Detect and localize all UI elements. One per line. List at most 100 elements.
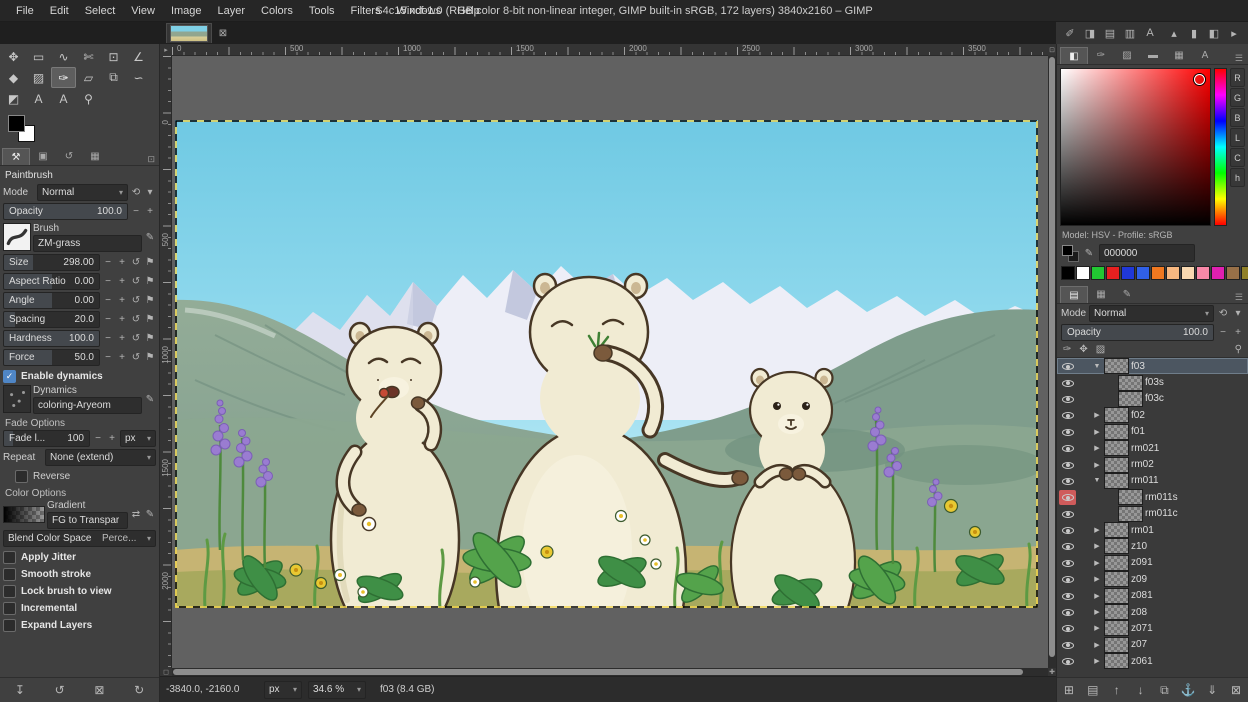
layer-opacity-decrease-button[interactable]: −	[1217, 325, 1229, 340]
menu-select[interactable]: Select	[77, 0, 124, 22]
color-swatch[interactable]	[1076, 266, 1090, 280]
zoom-follow-button[interactable]: ⊡	[1048, 44, 1056, 56]
visibility-toggle[interactable]	[1059, 555, 1076, 570]
brush-edit-button[interactable]: ✎	[144, 230, 156, 245]
fg-color-swatch[interactable]	[8, 115, 25, 132]
decrease-button[interactable]: −	[102, 293, 114, 308]
visibility-toggle[interactable]	[1059, 408, 1076, 423]
canvas-artwork[interactable]	[175, 120, 1038, 608]
merge-down-button[interactable]: ⇓	[1201, 683, 1223, 697]
incremental-checkbox[interactable]: Incremental	[3, 600, 156, 616]
shape-dialog-icon[interactable]: ◨	[1080, 27, 1100, 40]
menu-help[interactable]: Help	[449, 0, 488, 22]
raise-layer-button[interactable]: ↑	[1106, 683, 1128, 697]
color-swatch[interactable]	[1091, 266, 1105, 280]
layer-row-f01[interactable]: ▶f01	[1057, 424, 1248, 440]
layer-row-z081[interactable]: ▶z081	[1057, 587, 1248, 603]
fade-length-slider[interactable]: Fade l... 100	[3, 430, 90, 447]
quick-mask-button[interactable]: ◻	[160, 668, 172, 676]
layer-row-f03c[interactable]: f03c	[1057, 391, 1248, 407]
reset-tool-options-button[interactable]: ↻	[128, 683, 150, 697]
visibility-toggle[interactable]	[1059, 490, 1076, 505]
configure-tab-button[interactable]: ☰	[1235, 292, 1245, 303]
aspect-ratio-slider[interactable]: Aspect Ratio0.00	[3, 273, 100, 290]
chevron-right-icon[interactable]: ▸	[1224, 27, 1244, 40]
horizontal-ruler[interactable]: 0500100015002000250030003500	[172, 44, 1048, 56]
channel-r-button[interactable]: R	[1230, 68, 1245, 87]
increase-button[interactable]: +	[116, 350, 128, 365]
visibility-toggle[interactable]	[1059, 391, 1076, 406]
layer-row-z061[interactable]: ▶z061	[1057, 653, 1248, 669]
expander-icon[interactable]: ▶	[1092, 526, 1102, 534]
reset-button[interactable]: ↺	[130, 274, 142, 289]
reset-button[interactable]: ↺	[130, 293, 142, 308]
reset-button[interactable]: ↺	[130, 312, 142, 327]
layer-opacity-slider[interactable]: Opacity 100.0	[1061, 324, 1214, 341]
decrease-button[interactable]: −	[102, 331, 114, 346]
font-edit-tool[interactable]: A	[51, 88, 76, 109]
channel-l-button[interactable]: L	[1230, 128, 1245, 147]
layer-opacity-increase-button[interactable]: +	[1232, 325, 1244, 340]
channels-tab[interactable]: ▦	[1088, 286, 1114, 302]
menu-filters[interactable]: Filters	[343, 0, 389, 22]
pattern-dialog-tab[interactable]: ▨	[1114, 47, 1140, 63]
layer-row-rm011[interactable]: ▼rm011	[1057, 473, 1248, 489]
visibility-toggle[interactable]	[1059, 539, 1076, 554]
zoom-select[interactable]: 34.6 % ▾	[308, 681, 366, 699]
channel-h-button[interactable]: h	[1230, 168, 1245, 187]
menu-file[interactable]: File	[8, 0, 42, 22]
grid-toggle-icon[interactable]: ◧	[1204, 27, 1224, 40]
layer-row-z10[interactable]: ▶z10	[1057, 538, 1248, 554]
channel-c-button[interactable]: C	[1230, 148, 1245, 167]
decrease-button[interactable]: −	[102, 255, 114, 270]
reset-button[interactable]: ↺	[130, 331, 142, 346]
channel-g-button[interactable]: G	[1230, 88, 1245, 107]
dynamics-edit-button[interactable]: ✎	[144, 392, 156, 407]
channel-b-button[interactable]: B	[1230, 108, 1245, 127]
visibility-toggle[interactable]	[1059, 375, 1076, 390]
chevron-up-icon[interactable]: ▴	[1164, 27, 1184, 40]
visibility-toggle[interactable]	[1059, 424, 1076, 439]
layer-row-rm02[interactable]: ▶rm02	[1057, 456, 1248, 472]
link-button[interactable]: ⚑	[144, 331, 156, 346]
saturation-value-square[interactable]	[1060, 68, 1211, 226]
hue-strip[interactable]	[1214, 68, 1227, 226]
restore-tool-preset-button[interactable]: ↺	[49, 683, 71, 697]
menu-tools[interactable]: Tools	[301, 0, 343, 22]
menu-view[interactable]: View	[123, 0, 163, 22]
hardness-slider[interactable]: Hardness100.0	[3, 330, 100, 347]
layer-mode-menu-button[interactable]: ▾	[1232, 306, 1244, 321]
font-dialog-tab[interactable]: A	[1192, 47, 1218, 63]
expander-icon[interactable]: ▶	[1092, 641, 1102, 649]
layer-row-z091[interactable]: ▶z091	[1057, 555, 1248, 571]
expand-layers-checkbox[interactable]: Expand Layers	[3, 617, 156, 633]
color-swatch[interactable]	[1136, 266, 1150, 280]
color-swatch[interactable]	[1106, 266, 1120, 280]
gradient-dialog-tab[interactable]: ▬	[1140, 47, 1166, 63]
visibility-toggle[interactable]	[1059, 457, 1076, 472]
visibility-toggle[interactable]	[1059, 605, 1076, 620]
palette-dialog-tab[interactable]: ▦	[1166, 47, 1192, 63]
dynamics-select[interactable]: coloring-Aryeom	[33, 397, 142, 414]
smooth-stroke-checkbox[interactable]: Smooth stroke	[3, 566, 156, 582]
gradient-preview[interactable]	[3, 506, 45, 523]
expander-icon[interactable]: ▶	[1092, 559, 1102, 567]
mode-reset-button[interactable]: ⟲	[130, 185, 142, 200]
mode-select[interactable]: Normal ▾	[37, 184, 128, 201]
gradient-tool[interactable]: ▨	[26, 67, 51, 88]
text-tool[interactable]: A	[26, 88, 51, 109]
anchor-layer-button[interactable]: ⚓	[1177, 683, 1199, 697]
bucket-fill-tool[interactable]: ◆	[1, 67, 26, 88]
vertical-scrollbar[interactable]	[1048, 56, 1056, 668]
expander-icon[interactable]: ▶	[1092, 444, 1102, 452]
reset-button[interactable]: ↺	[130, 255, 142, 270]
visibility-toggle[interactable]	[1059, 359, 1076, 374]
canvas-viewport[interactable]	[172, 56, 1048, 668]
paintbrush-tool[interactable]: ✑	[51, 67, 76, 88]
lock-alpha-icon[interactable]: ▨	[1096, 344, 1105, 355]
color-swatch[interactable]	[1151, 266, 1165, 280]
mini-fg-bg-swatch[interactable]	[1061, 245, 1079, 261]
lower-layer-button[interactable]: ↓	[1130, 683, 1152, 697]
increase-button[interactable]: +	[116, 331, 128, 346]
fg-bg-color-tab[interactable]: ◧	[1060, 47, 1088, 64]
